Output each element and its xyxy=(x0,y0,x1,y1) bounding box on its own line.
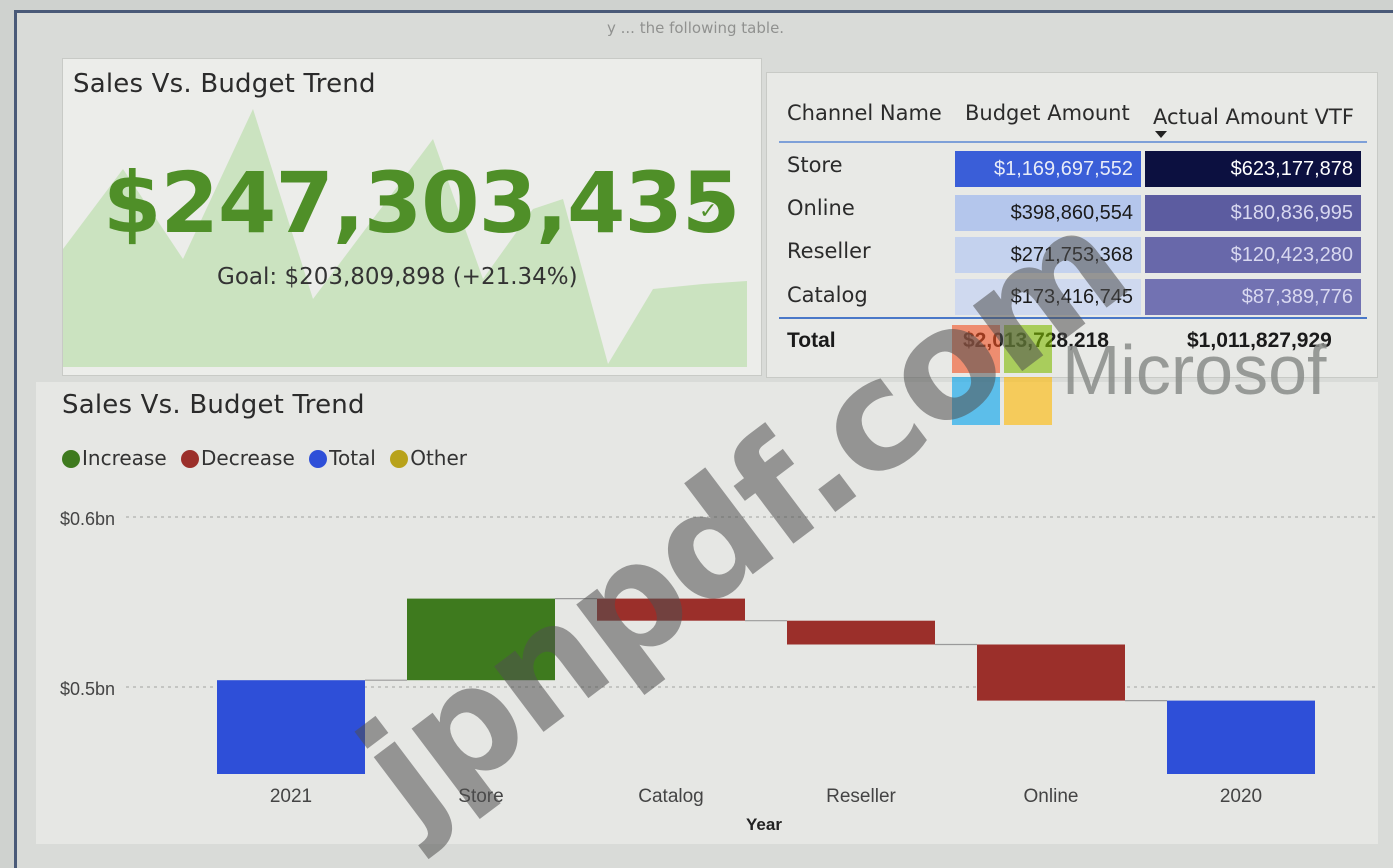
waterfall-bar xyxy=(217,680,365,774)
cell-budget-store: $1,169,697,552 xyxy=(955,151,1141,187)
legend-dot-other xyxy=(390,450,409,468)
sort-descending-icon[interactable] xyxy=(1155,131,1167,138)
cell-actual-catalog: $87,389,776 xyxy=(1145,279,1361,315)
header-channel-name[interactable]: Channel Name xyxy=(787,101,942,125)
legend-dot-increase xyxy=(62,450,80,468)
x-tick-label: 2021 xyxy=(270,786,312,807)
check-icon: ✓ xyxy=(699,199,718,224)
x-tick-label: 2020 xyxy=(1220,786,1262,807)
legend-label-decrease: Decrease xyxy=(201,446,295,470)
header-budget-amount[interactable]: Budget Amount xyxy=(965,101,1130,125)
legend-item-increase[interactable]: Increase xyxy=(62,446,167,470)
logo-square-green xyxy=(1004,325,1052,373)
microsoft-logo xyxy=(952,325,1056,429)
kpi-value: $247,303,435 xyxy=(103,154,740,252)
legend-label-total: Total xyxy=(329,446,376,470)
cell-actual-online: $180,836,995 xyxy=(1145,195,1361,231)
total-label: Total xyxy=(787,329,836,352)
legend-item-decrease[interactable]: Decrease xyxy=(181,446,295,470)
header-divider xyxy=(779,141,1367,143)
x-tick-label: Reseller xyxy=(826,786,896,807)
kpi-title: Sales Vs. Budget Trend xyxy=(73,69,376,99)
cell-actual-reseller: $120,423,280 xyxy=(1145,237,1361,273)
waterfall-bar xyxy=(1167,700,1315,774)
waterfall-card[interactable]: $0.5bn $0.6bn 2021 Store Catalog Reseller Onli… xyxy=(36,382,1378,844)
kpi-card[interactable]: Sales Vs. Budget Trend $247,303,435 ✓ Go… xyxy=(62,58,762,376)
legend-label-increase: Increase xyxy=(82,446,167,470)
row-label-online: Online xyxy=(787,196,855,220)
microsoft-logo-text: Microsof xyxy=(1062,331,1327,409)
waterfall-bar xyxy=(787,620,935,645)
header-actual-amount[interactable]: Actual Amount VTF xyxy=(1153,105,1354,129)
row-label-catalog: Catalog xyxy=(787,283,868,307)
y-tick-label: $0.6bn xyxy=(60,509,115,529)
cell-budget-catalog: $173,416,745 xyxy=(955,279,1141,315)
x-axis-title: Year xyxy=(746,815,782,834)
legend-item-total[interactable]: Total xyxy=(309,446,376,470)
waterfall-title: Sales Vs. Budget Trend xyxy=(62,390,365,420)
total-divider xyxy=(779,317,1367,319)
legend-item-other[interactable]: Other xyxy=(390,446,467,470)
logo-square-red xyxy=(952,325,1000,373)
row-label-reseller: Reseller xyxy=(787,239,871,263)
x-tick-label: Catalog xyxy=(638,786,704,807)
cell-budget-reseller: $271,753,368 xyxy=(955,237,1141,273)
kpi-goal: Goal: $203,809,898 (+21.34%) xyxy=(217,264,578,290)
logo-square-yellow xyxy=(1004,377,1052,425)
x-tick-label: Online xyxy=(1024,786,1079,807)
logo-square-blue xyxy=(952,377,1000,425)
legend-dot-total xyxy=(309,450,328,468)
row-label-store: Store xyxy=(787,153,843,177)
top-caption: y ... the following table. xyxy=(607,19,785,37)
x-tick-label: Store xyxy=(458,786,503,807)
waterfall-bar xyxy=(977,644,1125,701)
waterfall-bar xyxy=(407,598,555,681)
cell-actual-store: $623,177,878 xyxy=(1145,151,1361,187)
waterfall-bar xyxy=(597,598,745,621)
y-tick-label: $0.5bn xyxy=(60,679,115,699)
cell-budget-online: $398,860,554 xyxy=(955,195,1141,231)
legend: Increase Decrease Total Other xyxy=(62,446,475,470)
legend-label-other: Other xyxy=(410,446,468,470)
legend-dot-decrease xyxy=(181,450,199,468)
